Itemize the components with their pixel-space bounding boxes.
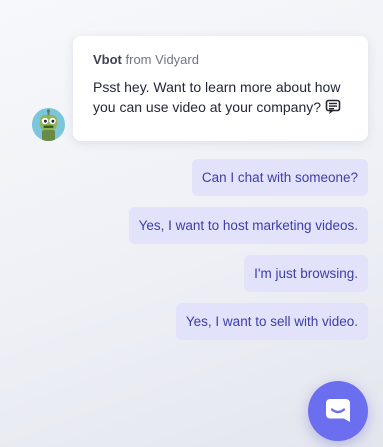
chat-launcher-button[interactable] [308, 381, 368, 441]
quick-reply-sell[interactable]: Yes, I want to sell with video. [175, 303, 368, 340]
quick-replies: Can I chat with someone? Yes, I want to … [128, 159, 368, 340]
quick-reply-chat[interactable]: Can I chat with someone? [191, 159, 368, 196]
message-card: Vbot from Vidyard Psst hey. Want to lear… [73, 36, 368, 141]
quick-reply-browsing[interactable]: I'm just browsing. [244, 255, 368, 292]
sender-line: Vbot from Vidyard [93, 52, 199, 67]
sender-suffix: from Vidyard [121, 52, 199, 67]
robot-avatar-icon [32, 108, 65, 141]
chat-launcher-icon [326, 399, 350, 422]
quick-reply-marketing[interactable]: Yes, I want to host marketing videos. [128, 207, 368, 244]
message-body: Psst hey. Want to learn more about how y… [93, 77, 355, 120]
bot-avatar [32, 108, 65, 141]
chat-emoji-icon [325, 99, 341, 120]
message-text: Psst hey. Want to learn more about how y… [93, 79, 341, 115]
sender-name: Vbot [93, 52, 122, 67]
